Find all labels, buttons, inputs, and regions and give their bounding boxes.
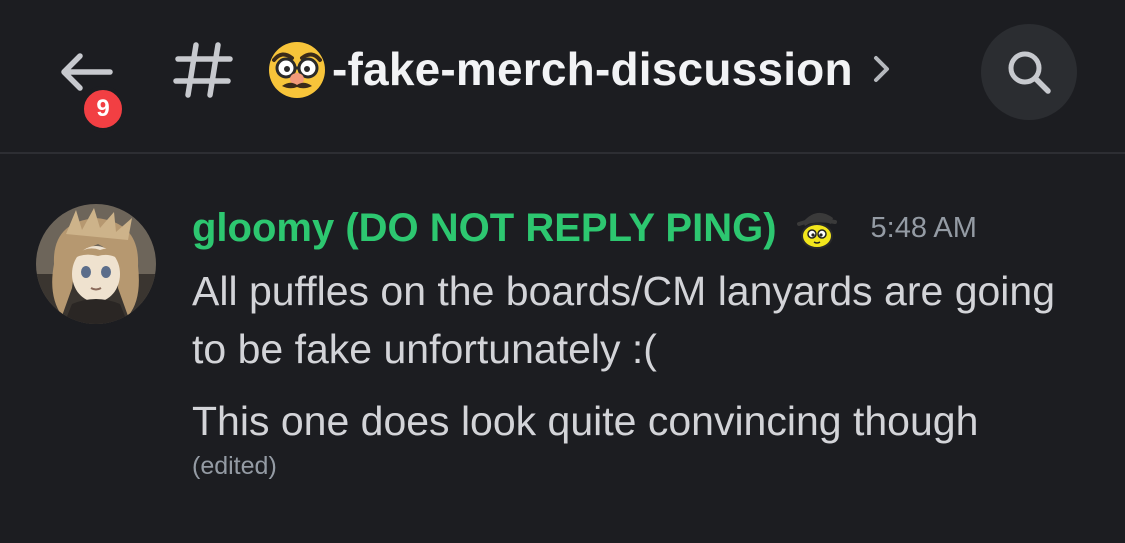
- chevron-right-icon: [873, 56, 889, 82]
- hash-icon: [173, 42, 233, 98]
- header-divider: [0, 152, 1125, 154]
- avatar-illustration: [36, 204, 156, 324]
- message-header: gloomy (DO NOT REPLY PING) 5:48 AM: [192, 196, 1092, 260]
- channel-header: 9 -fake-merch-discussion: [0, 0, 1125, 152]
- message-text: This one does look quite convincing thou…: [192, 398, 979, 444]
- edited-label: (edited): [192, 452, 277, 480]
- author-name[interactable]: gloomy (DO NOT REPLY PING): [192, 206, 777, 251]
- message-text: All puffles on the boards/CM lanyards ar…: [192, 268, 1056, 372]
- message-timestamp: 5:48 AM: [870, 211, 977, 244]
- disguised-face-emoji: [269, 42, 325, 98]
- yellow-puffle-icon[interactable]: [793, 204, 841, 252]
- back-button[interactable]: 9: [48, 38, 128, 134]
- unread-badge: 9: [80, 86, 126, 132]
- channel-title[interactable]: -fake-merch-discussion: [172, 34, 893, 104]
- search-icon: [1008, 51, 1051, 94]
- avatar[interactable]: [36, 204, 156, 324]
- channel-name: -fake-merch-discussion: [332, 43, 853, 95]
- search-button[interactable]: [981, 24, 1077, 120]
- message: gloomy (DO NOT REPLY PING) 5:48 AM All p…: [192, 196, 1092, 481]
